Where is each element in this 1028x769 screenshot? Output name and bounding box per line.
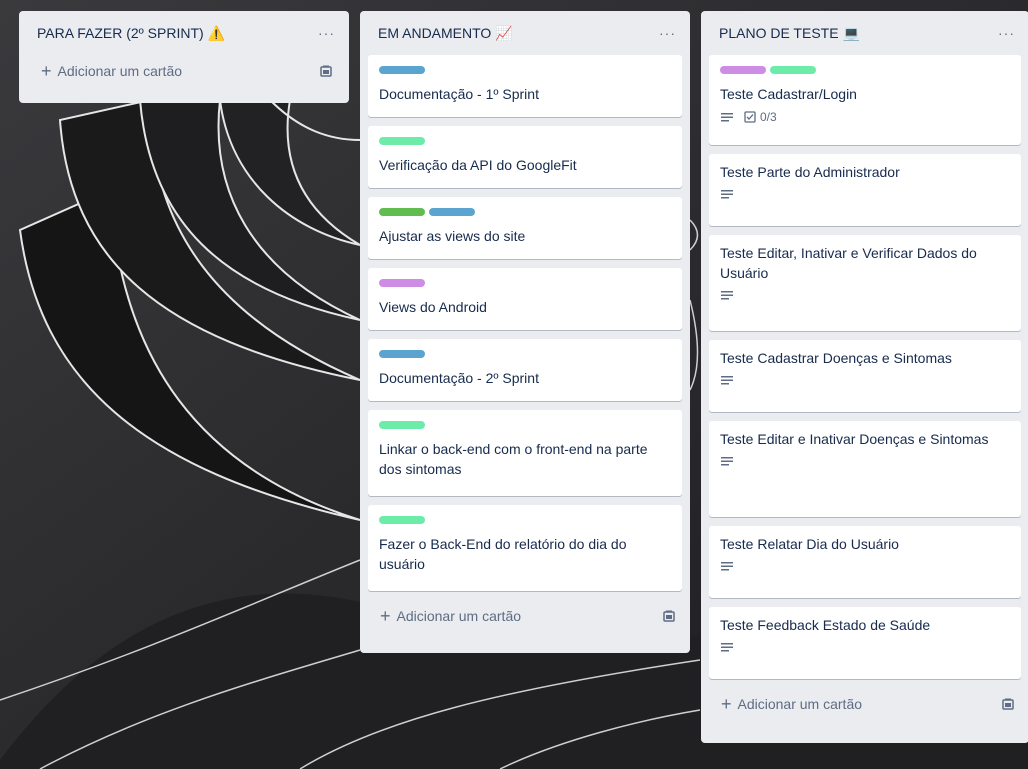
card[interactable]: Teste Cadastrar/Login 0/3 (709, 55, 1021, 145)
plus-icon: + (41, 61, 52, 81)
description-icon (721, 643, 733, 652)
label-green[interactable] (379, 208, 425, 216)
list-header: EM ANDAMENTO 📈 ··· (360, 11, 690, 55)
laptop-icon: 💻 (842, 24, 860, 41)
list-plano-de-teste: PLANO DE TESTE 💻 ··· Teste Cadastrar/Logi… (701, 11, 1028, 743)
card-title: Views do Android (379, 299, 487, 315)
add-card-row: + Adicionar um cartão (360, 600, 690, 632)
list-title-text: PLANO DE TESTE (719, 24, 839, 41)
list-title-text: PARA FAZER (2º SPRINT) (37, 24, 204, 41)
card[interactable]: Documentação - 1º Sprint (368, 55, 682, 117)
card-title: Teste Relatar Dia do Usuário (720, 536, 899, 552)
card[interactable]: Documentação - 2º Sprint (368, 339, 682, 401)
label-mint[interactable] (379, 137, 425, 145)
card-title: Verificação da API do GoogleFit (379, 157, 577, 173)
board: PARA FAZER (2º SPRINT) ⚠️ ··· + Adicionar… (0, 0, 1028, 769)
card-badges (720, 560, 1011, 572)
plus-icon: + (380, 606, 391, 626)
card-badges (720, 188, 1011, 200)
card-labels (379, 516, 672, 524)
description-icon (721, 376, 733, 385)
card-badges (720, 455, 1011, 467)
list-menu-button[interactable]: ··· (994, 25, 1019, 41)
card[interactable]: Ajustar as views do site (368, 197, 682, 259)
card-labels (379, 137, 672, 145)
card-title: Teste Cadastrar Doenças e Sintomas (720, 350, 952, 366)
description-icon (721, 291, 733, 300)
list-title-text: EM ANDAMENTO (378, 24, 492, 41)
card[interactable]: Teste Parte do Administrador (709, 154, 1021, 226)
list-title[interactable]: PLANO DE TESTE 💻 (719, 25, 860, 42)
card-title: Teste Cadastrar/Login (720, 86, 857, 102)
list-title[interactable]: PARA FAZER (2º SPRINT) ⚠️ (37, 25, 225, 42)
card-labels (379, 66, 672, 74)
label-mint[interactable] (379, 516, 425, 524)
add-card-row: + Adicionar um cartão (19, 55, 349, 87)
add-card-row: + Adicionar um cartão (701, 688, 1028, 720)
card-badges (720, 641, 1011, 653)
add-card-button[interactable]: + Adicionar um cartão (380, 607, 521, 625)
list-para-fazer: PARA FAZER (2º SPRINT) ⚠️ ··· + Adicionar… (19, 11, 349, 103)
card-title: Teste Editar e Inativar Doenças e Sintom… (720, 431, 989, 447)
card[interactable]: Linkar o back-end com o front-end na par… (368, 410, 682, 496)
card-title: Teste Parte do Administrador (720, 164, 900, 180)
card-title: Teste Feedback Estado de Saúde (720, 617, 931, 633)
card-labels (379, 350, 672, 358)
card-list: Teste Cadastrar/Login 0/3 Teste Parte do… (701, 55, 1028, 679)
card[interactable]: Teste Editar, Inativar e Verificar Dados… (709, 235, 1021, 331)
description-icon (721, 113, 733, 122)
card[interactable]: Teste Cadastrar Doenças e Sintomas (709, 340, 1021, 412)
card-labels (379, 208, 672, 216)
card[interactable]: Fazer o Back-End do relatório do dia do … (368, 505, 682, 591)
label-purple[interactable] (379, 279, 425, 287)
label-blue[interactable] (379, 66, 425, 74)
checklist-icon (744, 111, 756, 123)
card-labels (720, 66, 1011, 74)
description-icon (721, 562, 733, 571)
warning-icon: ⚠️ (207, 24, 226, 41)
checklist-count: 0/3 (760, 110, 777, 124)
card[interactable]: Teste Feedback Estado de Saúde (709, 607, 1021, 679)
card-title: Documentação - 1º Sprint (379, 86, 539, 102)
list-menu-button[interactable]: ··· (655, 25, 680, 41)
list-em-andamento: EM ANDAMENTO 📈 ··· Documentação - 1º Spri… (360, 11, 690, 653)
card-labels (379, 421, 672, 429)
card-template-icon[interactable] (1001, 697, 1015, 711)
add-card-label: Adicionar um cartão (737, 696, 863, 712)
card-title: Teste Editar, Inativar e Verificar Dados… (720, 245, 977, 281)
description-icon (721, 190, 733, 199)
label-mint[interactable] (770, 66, 816, 74)
label-mint[interactable] (379, 421, 425, 429)
card-title: Ajustar as views do site (379, 228, 526, 244)
plus-icon: + (721, 694, 732, 714)
checklist-badge: 0/3 (744, 110, 777, 124)
card-title: Fazer o Back-End do relatório do dia do … (379, 536, 627, 572)
card-title: Documentação - 2º Sprint (379, 370, 539, 386)
card[interactable]: Views do Android (368, 268, 682, 330)
card[interactable]: Verificação da API do GoogleFit (368, 126, 682, 188)
label-blue[interactable] (379, 350, 425, 358)
list-menu-button[interactable]: ··· (314, 25, 339, 41)
card-badges (720, 289, 1011, 301)
list-header: PLANO DE TESTE 💻 ··· (701, 11, 1028, 55)
label-blue[interactable] (429, 208, 475, 216)
description-icon (721, 457, 733, 466)
card-title: Linkar o back-end com o front-end na par… (379, 441, 648, 477)
card-template-icon[interactable] (319, 64, 333, 78)
card-badges: 0/3 (720, 110, 1011, 124)
card-badges (720, 374, 1011, 386)
add-card-button[interactable]: + Adicionar um cartão (41, 62, 182, 80)
add-card-label: Adicionar um cartão (396, 608, 522, 624)
add-card-button[interactable]: + Adicionar um cartão (721, 695, 862, 713)
card-template-icon[interactable] (662, 609, 676, 623)
list-header: PARA FAZER (2º SPRINT) ⚠️ ··· (19, 11, 349, 55)
card-list: Documentação - 1º Sprint Verificação da … (360, 55, 690, 591)
add-card-label: Adicionar um cartão (57, 63, 183, 79)
card-labels (379, 279, 672, 287)
chart-icon: 📈 (495, 24, 513, 41)
label-purple[interactable] (720, 66, 766, 74)
card[interactable]: Teste Editar e Inativar Doenças e Sintom… (709, 421, 1021, 517)
list-title[interactable]: EM ANDAMENTO 📈 (378, 25, 513, 42)
card[interactable]: Teste Relatar Dia do Usuário (709, 526, 1021, 598)
